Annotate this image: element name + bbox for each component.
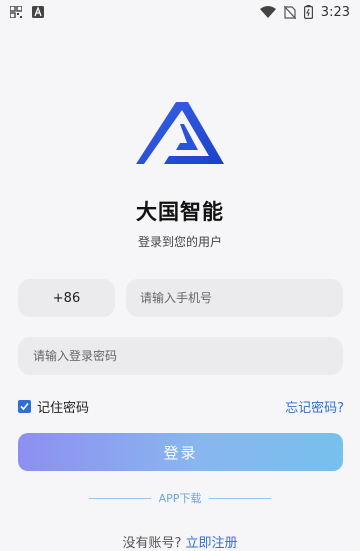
app-download-link[interactable]: APP下载 — [159, 490, 202, 506]
phone-field[interactable] — [126, 279, 343, 317]
phone-input[interactable] — [126, 291, 343, 305]
remember-label: 记住密码 — [37, 401, 90, 416]
battery-icon — [303, 5, 313, 20]
remember-checkbox[interactable] — [18, 400, 31, 413]
forgot-password-link[interactable]: 忘记密码? — [285, 397, 344, 416]
clock-time: 3:23 — [320, 4, 350, 20]
app-name: 大国智能 — [136, 200, 224, 224]
status-left — [9, 5, 44, 19]
divider-left — [88, 497, 151, 499]
no-account-text: 没有账号? — [122, 536, 182, 551]
no-sim-icon — [283, 5, 297, 20]
login-subtitle: 登录到您的用户 — [137, 235, 222, 249]
check-icon — [20, 402, 29, 411]
password-input[interactable] — [18, 349, 343, 363]
country-code-selector[interactable]: +86 — [18, 279, 115, 317]
divider-right — [209, 497, 272, 499]
register-row: 没有账号? 立即注册 — [0, 532, 360, 551]
app-download-row: APP下载 — [0, 490, 360, 506]
a-badge-icon — [32, 6, 44, 18]
country-code-label: +86 — [52, 290, 81, 306]
login-button[interactable]: 登录 — [18, 433, 343, 471]
status-bar: 3:23 — [0, 0, 360, 24]
password-field[interactable] — [18, 337, 343, 375]
qr-scan-icon — [9, 5, 23, 19]
status-right: 3:23 — [259, 4, 350, 20]
app-logo — [136, 102, 224, 168]
wifi-icon — [259, 6, 276, 18]
register-link[interactable]: 立即注册 — [185, 536, 237, 551]
remember-password[interactable]: 记住密码 — [18, 397, 89, 416]
